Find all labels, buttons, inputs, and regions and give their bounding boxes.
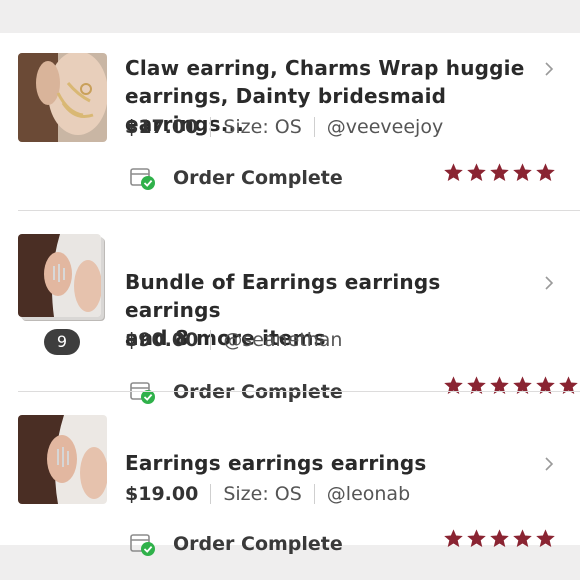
star-icon [490,163,509,181]
price: $17.00 [125,116,199,138]
star-icon [513,163,532,181]
price: $90.00 [125,329,199,351]
size: Size: OS [223,483,302,505]
seller-username[interactable]: @seanethan [223,329,342,351]
order-meta: $90.00 @seanethan [125,329,342,351]
product-title-line: Bundle of Earrings earrings earrings [125,270,441,322]
ear-cuff-photo-icon [18,234,101,317]
chevron-right-icon [545,457,554,471]
order-status: Order Complete [173,533,343,555]
star-icon [467,163,486,181]
separator [210,484,212,504]
size: Size: OS [223,116,302,138]
separator [210,117,212,137]
order-complete-icon [130,534,155,556]
ear-cuff-photo-icon [18,415,107,504]
star-icon [536,529,555,547]
star-icon [467,529,486,547]
bundle-count-badge: 9 [44,329,80,355]
order-row[interactable]: Claw earring, Charms Wrap huggie earring… [0,33,580,210]
separator [313,484,315,504]
price: $19.00 [125,483,199,505]
star-icon [536,163,555,181]
rating-stars [443,162,556,183]
star-icon [444,529,463,547]
order-list: Claw earring, Charms Wrap huggie earring… [0,33,580,556]
product-thumbnail[interactable] [18,415,107,504]
order-meta: $19.00 Size: OS @leonab [125,483,410,505]
star-icon [513,529,532,547]
product-thumbnail[interactable] [18,53,107,142]
product-title-line: Claw earring, Charms Wrap huggie [125,56,525,80]
star-icon [490,529,509,547]
order-row[interactable]: 9 Bundle of Earrings earrings earrings a… [0,211,580,404]
rating-stars [443,528,556,549]
chevron-right-icon [545,276,554,290]
separator [313,117,315,137]
order-status: Order Complete [173,167,343,189]
claw-earrings-photo-icon [18,53,107,142]
seller-username[interactable]: @veeveejoy [327,116,443,138]
order-meta: $17.00 Size: OS @veeveejoy [125,116,443,138]
order-row[interactable]: Earrings earrings earrings $19.00 Size: … [0,392,580,556]
order-complete-icon [130,168,155,190]
product-thumbnail[interactable] [18,234,101,317]
chevron-right-icon [545,62,554,76]
seller-username[interactable]: @leonab [327,483,410,505]
product-title-line: Earrings earrings earrings [125,451,427,475]
separator [210,330,212,350]
star-icon [444,163,463,181]
